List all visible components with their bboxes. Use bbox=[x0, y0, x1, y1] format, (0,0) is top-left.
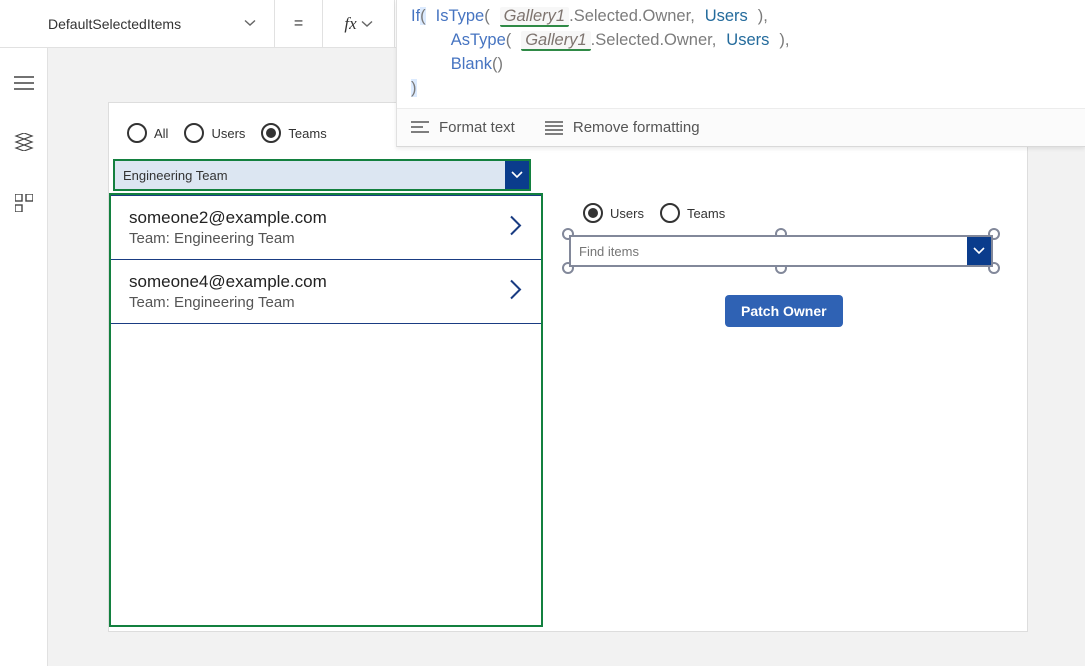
fx-icon: fx bbox=[344, 14, 356, 34]
formula-editor[interactable]: If( IsType( Gallery1.Selected.Owner, Use… bbox=[397, 0, 1085, 108]
remove-formatting-button[interactable]: Remove formatting bbox=[545, 119, 700, 136]
remove-formatting-label: Remove formatting bbox=[573, 119, 700, 136]
radio-teams-right[interactable]: Teams bbox=[660, 203, 725, 223]
token-gallery1-2: Gallery1 bbox=[521, 31, 590, 51]
format-text-button[interactable]: Format text bbox=[411, 119, 515, 136]
left-filter-radios: All Users Teams bbox=[127, 123, 327, 143]
gallery-item-subtitle: Team: Engineering Team bbox=[129, 230, 523, 247]
gallery-item-title: someone4@example.com bbox=[129, 272, 523, 292]
hamburger-icon[interactable] bbox=[14, 76, 34, 95]
chevron-right-icon[interactable] bbox=[509, 214, 523, 241]
team-combobox-toggle[interactable] bbox=[505, 161, 529, 189]
remove-formatting-icon bbox=[545, 121, 563, 135]
format-text-label: Format text bbox=[439, 119, 515, 136]
components-icon[interactable] bbox=[15, 194, 33, 217]
radio-teams-right-label: Teams bbox=[687, 206, 725, 221]
formula-actions-bar: Format text Remove formatting bbox=[397, 108, 1085, 146]
tree-view-icon[interactable] bbox=[14, 133, 34, 156]
owner-combobox[interactable] bbox=[569, 235, 993, 267]
owner-combobox-input[interactable] bbox=[571, 237, 967, 265]
token-member-2: .Selected.Owner bbox=[591, 31, 712, 49]
left-nav-rail bbox=[0, 48, 48, 666]
token-astype: AsType bbox=[451, 31, 506, 49]
token-if: If bbox=[411, 7, 420, 25]
radio-users-right-label: Users bbox=[610, 206, 644, 221]
chevron-right-icon[interactable] bbox=[509, 278, 523, 305]
format-text-icon bbox=[411, 121, 429, 135]
token-users: Users bbox=[705, 7, 748, 25]
equals-label: = bbox=[275, 0, 323, 48]
gallery-item-subtitle: Team: Engineering Team bbox=[129, 294, 523, 311]
formula-editor-panel: If( IsType( Gallery1.Selected.Owner, Use… bbox=[396, 0, 1085, 147]
token-istype: IsType bbox=[436, 7, 485, 25]
radio-teams[interactable]: Teams bbox=[261, 123, 326, 143]
app-screen: All Users Teams Engineering Team someone… bbox=[108, 102, 1028, 632]
team-combobox[interactable]: Engineering Team bbox=[113, 159, 531, 191]
token-blank: Blank bbox=[451, 55, 492, 73]
gallery-item-title: someone2@example.com bbox=[129, 208, 523, 228]
owner-combobox-toggle[interactable] bbox=[967, 237, 991, 265]
radio-all-label: All bbox=[154, 126, 168, 141]
chevron-down-icon bbox=[244, 16, 256, 32]
radio-users-label: Users bbox=[211, 126, 245, 141]
fx-dropdown[interactable]: fx bbox=[323, 0, 395, 48]
patch-owner-button[interactable]: Patch Owner bbox=[725, 295, 843, 327]
radio-users[interactable]: Users bbox=[184, 123, 245, 143]
gallery1: someone2@example.com Team: Engineering T… bbox=[109, 193, 543, 627]
chevron-down-icon bbox=[511, 169, 523, 181]
right-filter-radios: Users Teams bbox=[583, 203, 725, 223]
gallery-item[interactable]: someone4@example.com Team: Engineering T… bbox=[111, 260, 541, 324]
property-dropdown[interactable]: DefaultSelectedItems bbox=[0, 0, 275, 48]
chevron-down-icon bbox=[973, 245, 985, 257]
token-gallery1: Gallery1 bbox=[500, 7, 569, 27]
radio-users-right[interactable]: Users bbox=[583, 203, 644, 223]
token-users-2: Users bbox=[726, 31, 769, 49]
token-member: .Selected.Owner bbox=[569, 7, 690, 25]
gallery-item[interactable]: someone2@example.com Team: Engineering T… bbox=[111, 195, 541, 260]
chevron-down-icon bbox=[361, 18, 373, 30]
team-combobox-value: Engineering Team bbox=[115, 161, 505, 189]
radio-all[interactable]: All bbox=[127, 123, 168, 143]
property-dropdown-value: DefaultSelectedItems bbox=[48, 16, 181, 32]
radio-teams-label: Teams bbox=[288, 126, 326, 141]
owner-combobox-selection bbox=[569, 235, 993, 267]
